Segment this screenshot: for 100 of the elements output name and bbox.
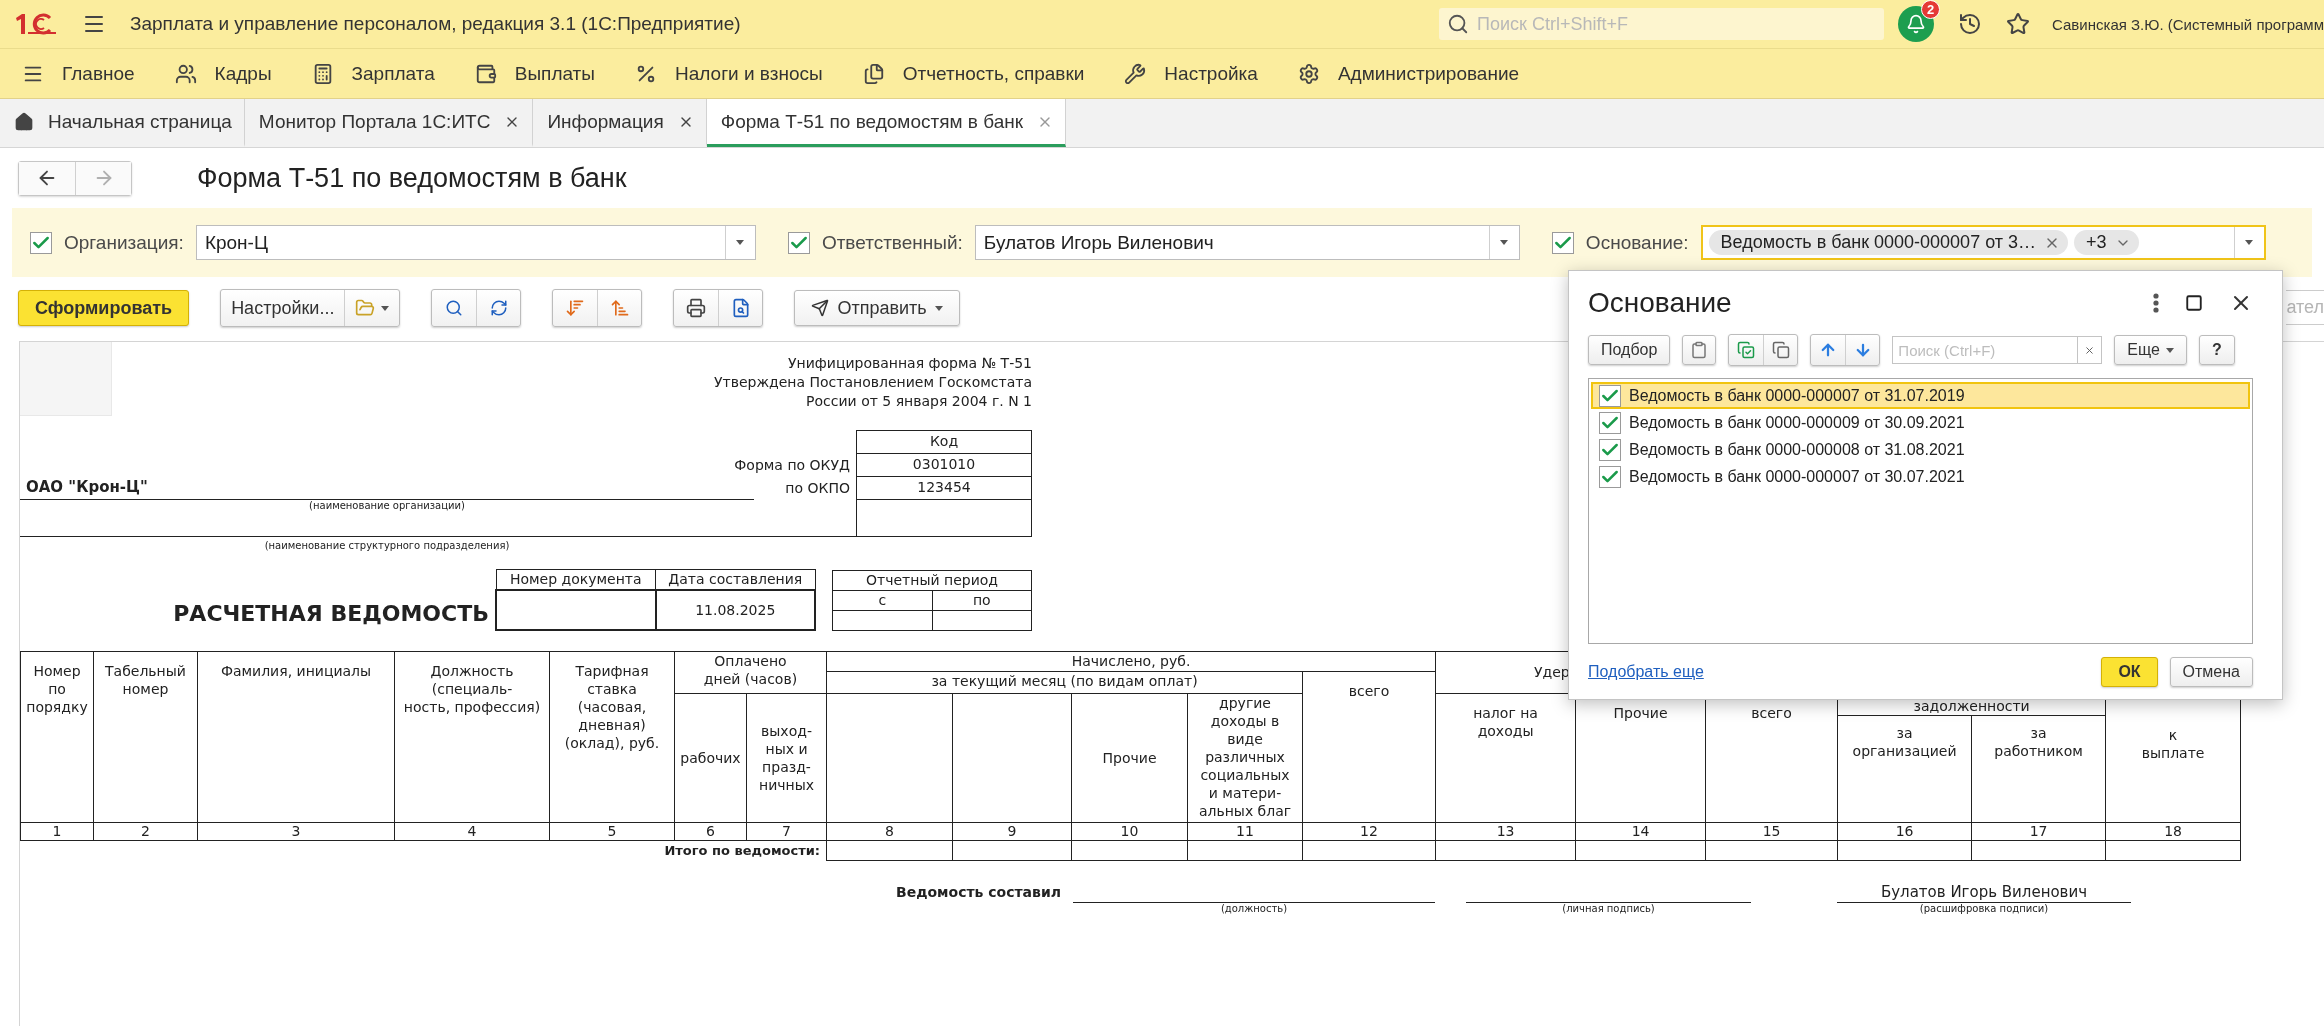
generate-button[interactable]: Сформировать — [18, 290, 190, 326]
column-number: 7 — [746, 822, 827, 840]
form-note: Утверждена Постановлением Госкомстата — [714, 373, 1032, 391]
field-label: Ответственный: — [821, 231, 963, 254]
table-cell: Номер документа — [496, 569, 656, 590]
menu-item[interactable]: Администрирование — [1297, 62, 1520, 85]
checkbox[interactable] — [1599, 384, 1621, 407]
table-cell: 0301010 — [856, 453, 1032, 477]
ok-button[interactable]: ОК — [2101, 657, 2158, 687]
list-item[interactable]: Ведомость в банк 0000-000007 от 30.07.2021 — [1591, 463, 2250, 490]
send-button[interactable]: Отправить — [794, 290, 960, 326]
more-button[interactable] — [2153, 292, 2159, 313]
notifications-button[interactable] — [1898, 6, 1934, 42]
column-number: 17 — [1971, 822, 2106, 840]
field-caption: (наименование организации) — [308, 500, 466, 511]
select-field[interactable]: Крон-Ц — [195, 225, 756, 260]
search-input[interactable]: Поиск Ctrl+Shift+F — [1475, 12, 1875, 36]
menu-item[interactable]: Отчетность, справки — [862, 62, 1085, 85]
table-cell: с — [832, 590, 932, 610]
checkbox[interactable] — [30, 231, 52, 254]
favorites-button[interactable] — [2006, 12, 2030, 36]
tab[interactable]: Форма Т-51 по ведомостям в банк — [706, 99, 1067, 147]
column-number: 18 — [2105, 822, 2241, 840]
signer-name: Булатов Игорь Виленович — [1880, 881, 2088, 902]
caret-icon — [736, 240, 745, 245]
form-note: Унифицированная форма № Т-51 — [788, 354, 1032, 372]
signature-label: Ведомость составил — [896, 882, 1062, 902]
help-button[interactable]: ? — [2198, 335, 2235, 365]
column-header: Тарифная ставка (часовая, дневная) (оклад), руб. — [549, 651, 675, 822]
more-menu-button[interactable]: Еще — [2114, 335, 2187, 365]
column-header: Должность (специаль- ность, профессия) — [394, 651, 550, 822]
history-button[interactable] — [1958, 12, 1982, 36]
menu-item[interactable]: Зарплата — [311, 62, 435, 85]
field-label: Основание: — [1585, 231, 1689, 254]
people-icon — [174, 62, 197, 85]
tab[interactable]: Информация — [533, 99, 707, 147]
wallet-icon — [474, 62, 497, 85]
tab[interactable]: Начальная страница — [0, 99, 245, 147]
window-title: Зарплата и управление персоналом, редакция 3.1 (1С:Предприятие) — [130, 13, 741, 35]
column-header: Фамилия, инициалы — [197, 651, 395, 822]
menu-item[interactable]: Настройка — [1124, 62, 1258, 85]
column-number: 16 — [1837, 822, 1972, 840]
column-header: Начислено, руб. — [826, 651, 1436, 671]
column-number: 6 — [674, 822, 747, 840]
table-cell: 123454 — [856, 476, 1032, 500]
menu-item[interactable]: Выплаты — [474, 62, 595, 85]
more-icon — [2153, 292, 2159, 313]
checkbox[interactable] — [1599, 411, 1621, 434]
refresh-search-icon — [489, 299, 508, 317]
tag-chip[interactable]: Ведомость в банк 0000-000007 от 3… — [1708, 230, 2068, 255]
home-icon — [14, 111, 34, 132]
item-label: Ведомость в банк 0000-000009 от 30.09.2021 — [1629, 413, 1965, 432]
user-name[interactable]: Савинская З.Ю. (Системный программ — [2052, 15, 2324, 33]
checkbox[interactable] — [1551, 231, 1574, 254]
checkbox[interactable] — [1599, 438, 1621, 461]
menu-item[interactable]: Налоги и взносы — [635, 62, 823, 85]
paste-button[interactable] — [1682, 335, 1717, 365]
menu-item[interactable]: Главное — [22, 62, 135, 85]
column-number: 11 — [1187, 822, 1303, 840]
column-header: Табельный номер — [93, 651, 198, 822]
search-field[interactable]: Поиск (Ctrl+F) — [1892, 336, 2103, 364]
code-label: по ОКПО — [784, 479, 851, 498]
search-icon — [1447, 13, 1469, 35]
pick-more-link[interactable]: Подобрать еще — [1588, 663, 1704, 681]
clipboard-icon — [1690, 341, 1709, 359]
sort-down-icon — [565, 298, 586, 318]
item-label: Ведомость в банк 0000-000007 от 31.07.2019 — [1629, 386, 1965, 405]
documents-icon — [862, 62, 885, 85]
list-item[interactable]: Ведомость в банк 0000-000009 от 30.09.2021 — [1591, 409, 2250, 436]
search-field[interactable]: Поиск Ctrl+Shift+F — [1439, 8, 1884, 40]
select-field[interactable]: Ведомость в банк 0000-000007 от 3… +3 — [1700, 225, 2266, 260]
code-label: Форма по ОКУД — [733, 456, 851, 475]
checkbox[interactable] — [1599, 465, 1621, 488]
sort-up-icon — [609, 298, 630, 318]
pick-button[interactable]: Подбор — [1588, 335, 1671, 365]
column-number: 15 — [1705, 822, 1838, 840]
column-header: выход- ных и празд- ничных — [746, 693, 827, 822]
menu-item[interactable]: Кадры — [174, 62, 272, 85]
gear-icon — [1297, 62, 1320, 85]
list-item[interactable]: Ведомость в банк 0000-000008 от 31.08.2021 — [1591, 436, 2250, 463]
list-item[interactable]: Ведомость в банк 0000-000007 от 31.07.2019 — [1591, 382, 2250, 409]
check-all-icon — [1737, 341, 1756, 359]
select-field[interactable]: Булатов Игорь Виленович — [974, 225, 1520, 260]
uncheck-all-icon — [1771, 341, 1790, 359]
column-number: 10 — [1071, 822, 1188, 840]
field-caption: (наименование структурного подразделения) — [264, 540, 510, 551]
page-title: Форма Т-51 по ведомостям в банк — [197, 162, 627, 194]
column-header: Номер по порядку — [20, 651, 94, 822]
tab[interactable]: Монитор Портала 1С:ИТС — [244, 99, 534, 147]
organization-name: ОАО "Крон-Ц" — [20, 477, 754, 500]
cancel-button[interactable]: Отмена — [2169, 657, 2253, 687]
table-cell: по — [932, 590, 1032, 610]
maximize-button[interactable] — [2185, 293, 2203, 312]
back-button[interactable] — [19, 161, 75, 195]
checkbox[interactable] — [787, 231, 810, 254]
paper-plane-icon — [811, 299, 830, 317]
field-caption: (расшифровка подписи) — [1919, 902, 2049, 914]
tag-chip[interactable]: +3 — [2074, 230, 2139, 255]
column-header: рабочих — [674, 693, 747, 822]
column-header: Оплачено дней (часов) — [674, 651, 827, 693]
